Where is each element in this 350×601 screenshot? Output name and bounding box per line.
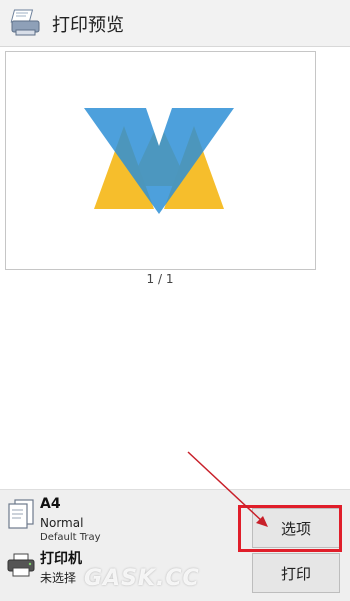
printer-status: 未选择	[40, 571, 77, 585]
watermark: GASK.CC	[84, 566, 200, 591]
print-button[interactable]: 打印	[252, 553, 340, 593]
paper-tray: Default Tray	[40, 532, 101, 543]
print-preview-page[interactable]	[5, 51, 316, 270]
paper-icon	[6, 498, 36, 530]
page-title: 打印预览	[52, 15, 124, 36]
paper-type: Normal	[40, 516, 84, 530]
options-button[interactable]: 选项	[252, 508, 340, 548]
page-indicator: 1 / 1	[146, 272, 174, 286]
paper-size[interactable]: A4	[40, 496, 61, 512]
printer-icon	[6, 552, 36, 578]
printer-preview-icon	[10, 8, 42, 38]
title-bar: 打印预览	[0, 0, 350, 47]
document-logo	[84, 108, 234, 214]
printer-name[interactable]: 打印机	[40, 548, 82, 568]
